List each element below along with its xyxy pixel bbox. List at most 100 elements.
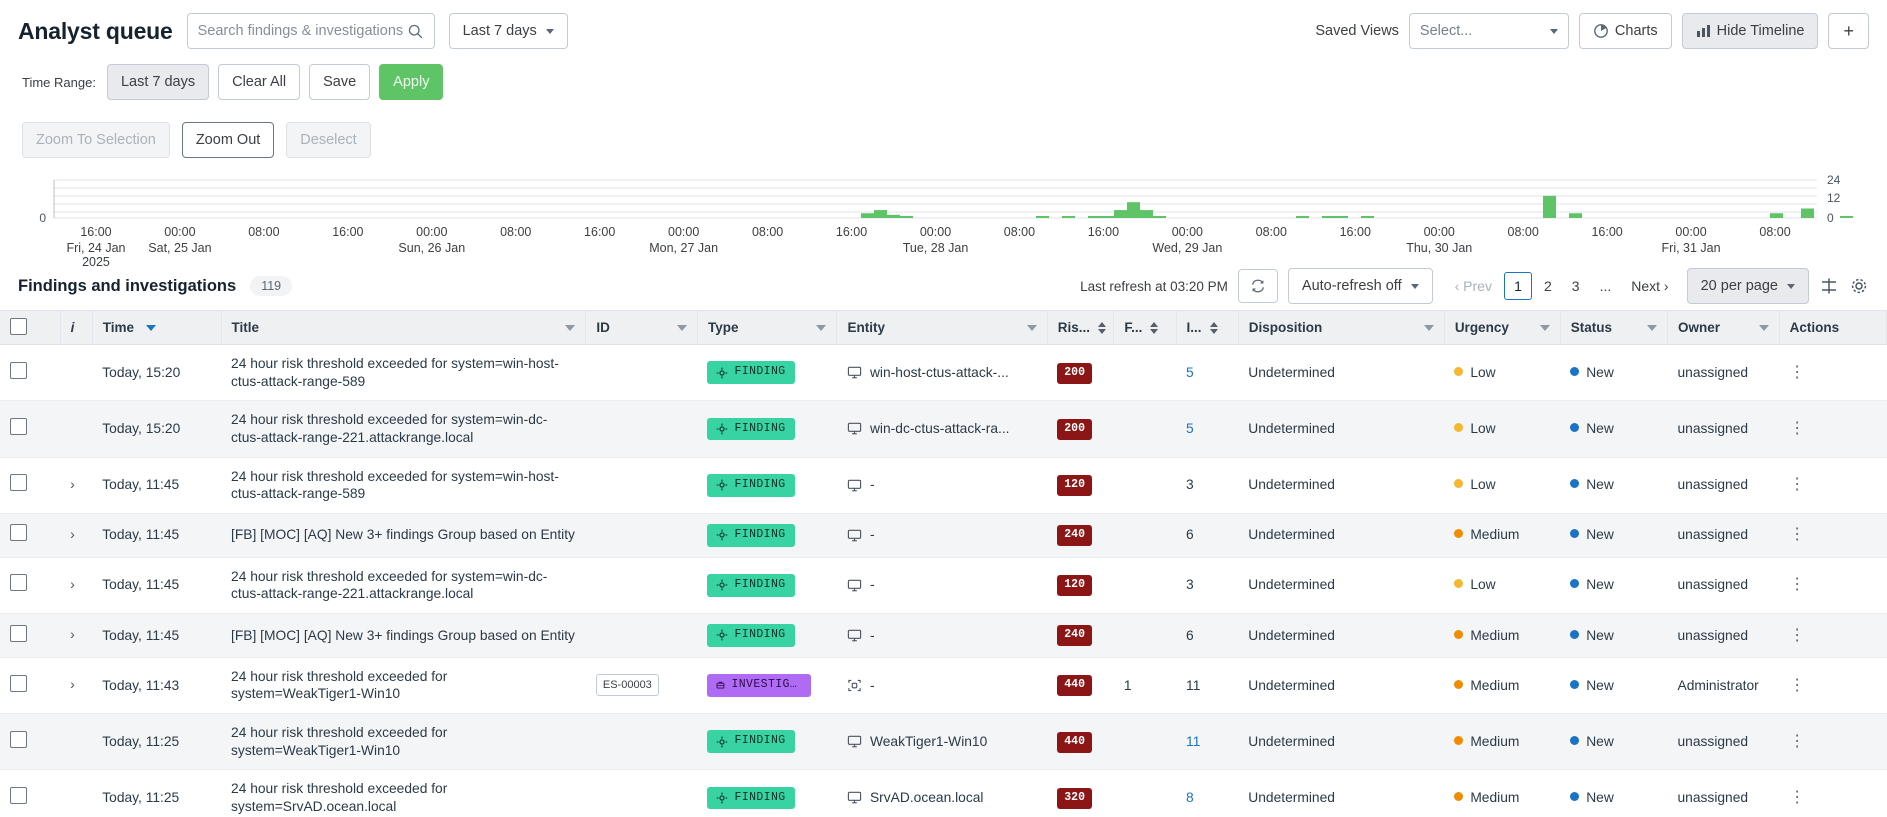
- entity-cell[interactable]: -: [836, 613, 1048, 658]
- entity-cell[interactable]: win-dc-ctus-attack-ra...: [836, 400, 1048, 458]
- zoom-to-selection-button[interactable]: Zoom To Selection: [22, 122, 170, 158]
- row-checkbox[interactable]: [10, 474, 27, 492]
- page-button-3[interactable]: 3: [1564, 274, 1588, 298]
- table-row[interactable]: Today, 11:25 24 hour risk threshold excee…: [0, 769, 1887, 817]
- table-row[interactable]: › Today, 11:45 24 hour risk threshold exce…: [0, 457, 1887, 514]
- investigations-count[interactable]: 8: [1186, 790, 1194, 805]
- chevron-down-icon[interactable]: [1539, 324, 1550, 331]
- investigations-count[interactable]: 11: [1186, 734, 1200, 749]
- row-checkbox[interactable]: [10, 787, 27, 805]
- chevron-down-icon[interactable]: [1758, 324, 1769, 331]
- column-header-disposition[interactable]: Disposition: [1238, 310, 1445, 345]
- title-cell[interactable]: 24 hour risk threshold exceeded for syst…: [221, 657, 586, 715]
- search-input[interactable]: [197, 23, 407, 39]
- sort-toggle-icon[interactable]: [1098, 321, 1107, 334]
- expand-row-icon[interactable]: ›: [70, 476, 75, 492]
- row-title[interactable]: 24 hour risk threshold exceeded for syst…: [231, 469, 559, 502]
- row-title[interactable]: 24 hour risk threshold exceeded for syst…: [231, 725, 447, 758]
- auto-refresh-dropdown[interactable]: Auto-refresh off: [1287, 268, 1433, 304]
- row-checkbox[interactable]: [10, 418, 27, 436]
- row-checkbox[interactable]: [10, 524, 27, 542]
- column-header-risk[interactable]: Ris...: [1047, 310, 1115, 345]
- prev-page-button[interactable]: ‹ Prev: [1447, 274, 1500, 298]
- per-page-dropdown[interactable]: 20 per page: [1686, 268, 1809, 304]
- entity-cell[interactable]: SrvAD.ocean.local: [836, 769, 1048, 817]
- entity-value[interactable]: SrvAD.ocean.local: [847, 789, 1037, 807]
- chevron-down-icon[interactable]: [676, 324, 687, 331]
- sort-toggle-icon[interactable]: [1209, 321, 1218, 334]
- row-actions-menu-icon[interactable]: ⋮: [1789, 526, 1805, 543]
- entity-value[interactable]: -: [847, 476, 1037, 494]
- row-checkbox[interactable]: [10, 574, 27, 592]
- row-title[interactable]: 24 hour risk threshold exceeded for syst…: [231, 569, 547, 602]
- row-checkbox[interactable]: [10, 624, 27, 642]
- entity-cell[interactable]: WeakTiger1-Win10: [836, 713, 1048, 771]
- save-button[interactable]: Save: [309, 64, 371, 100]
- time-range-chip[interactable]: Last 7 days: [106, 64, 210, 100]
- gear-icon[interactable]: [1849, 276, 1869, 296]
- page-button-1[interactable]: 1: [1503, 272, 1532, 300]
- sort-descending-icon[interactable]: [146, 324, 157, 331]
- hide-timeline-button[interactable]: Hide Timeline: [1681, 13, 1819, 49]
- column-header-findings[interactable]: F...: [1113, 310, 1177, 345]
- row-checkbox[interactable]: [10, 361, 27, 379]
- title-cell[interactable]: 24 hour risk threshold exceeded for syst…: [221, 713, 586, 771]
- entity-value[interactable]: -: [847, 677, 1037, 695]
- entity-cell[interactable]: -: [836, 457, 1048, 514]
- column-header-owner[interactable]: Owner: [1667, 310, 1780, 345]
- row-title[interactable]: [FB] [MOC] [AQ] New 3+ findings Group ba…: [231, 628, 575, 643]
- column-header-urgency[interactable]: Urgency: [1444, 310, 1561, 345]
- table-row[interactable]: › Today, 11:45 [FB] [MOC] [AQ] New 3+ find…: [0, 613, 1887, 658]
- entity-value[interactable]: -: [847, 526, 1037, 544]
- investigations-count[interactable]: 5: [1186, 365, 1194, 380]
- clear-all-button[interactable]: Clear All: [218, 64, 301, 100]
- column-settings-icon[interactable]: [1819, 276, 1839, 296]
- refresh-button[interactable]: [1237, 269, 1278, 303]
- table-row[interactable]: › Today, 11:43 24 hour risk threshold exce…: [0, 657, 1887, 715]
- saved-views-select[interactable]: Select...: [1408, 13, 1569, 49]
- column-header-status[interactable]: Status: [1560, 310, 1669, 345]
- column-header-time[interactable]: Time: [92, 310, 222, 345]
- timeline-chart-svg[interactable]: 0 24 12 0 16:00 Fri, 24 Jan2025 00:00 Sat, 25 J…: [22, 174, 1865, 266]
- title-cell[interactable]: 24 hour risk threshold exceeded for syst…: [221, 457, 586, 514]
- apply-button[interactable]: Apply: [379, 64, 444, 100]
- row-actions-menu-icon[interactable]: ⋮: [1789, 677, 1805, 694]
- table-row[interactable]: Today, 11:25 24 hour risk threshold excee…: [0, 713, 1887, 771]
- column-header-title[interactable]: Title: [221, 310, 587, 345]
- expand-row-icon[interactable]: ›: [70, 676, 75, 692]
- deselect-button[interactable]: Deselect: [286, 122, 371, 158]
- row-actions-menu-icon[interactable]: ⋮: [1789, 576, 1805, 593]
- sort-toggle-icon[interactable]: [1150, 321, 1159, 334]
- expand-row-icon[interactable]: ›: [70, 576, 75, 592]
- next-page-button[interactable]: Next ›: [1623, 274, 1676, 298]
- row-actions-menu-icon[interactable]: ⋮: [1789, 789, 1805, 806]
- timeline-chart[interactable]: 0 24 12 0 16:00 Fri, 24 Jan 2025 00:00 Sat, 25 J…: [22, 174, 1865, 266]
- row-title[interactable]: 24 hour risk threshold exceeded for syst…: [231, 412, 547, 445]
- column-header-entity[interactable]: Entity: [836, 310, 1048, 345]
- entity-cell[interactable]: win-host-ctus-attack-...: [836, 344, 1048, 402]
- time-range-dropdown[interactable]: Last 7 days: [448, 13, 568, 49]
- entity-value[interactable]: -: [847, 627, 1037, 645]
- table-row[interactable]: Today, 15:20 24 hour risk threshold excee…: [0, 400, 1887, 458]
- table-row[interactable]: Today, 15:20 24 hour risk threshold excee…: [0, 344, 1887, 402]
- page-button-2[interactable]: 2: [1536, 274, 1560, 298]
- table-row[interactable]: › Today, 11:45 [FB] [MOC] [AQ] New 3+ find…: [0, 513, 1887, 558]
- chevron-down-icon[interactable]: [1423, 324, 1434, 331]
- row-title[interactable]: [FB] [MOC] [AQ] New 3+ findings Group ba…: [231, 527, 575, 542]
- expand-row-icon[interactable]: ›: [70, 626, 75, 642]
- entity-cell[interactable]: -: [836, 657, 1048, 715]
- row-title[interactable]: 24 hour risk threshold exceeded for syst…: [231, 669, 447, 702]
- title-cell[interactable]: 24 hour risk threshold exceeded for syst…: [221, 557, 586, 614]
- zoom-out-button[interactable]: Zoom Out: [181, 122, 275, 158]
- row-actions-menu-icon[interactable]: ⋮: [1789, 733, 1805, 750]
- title-cell[interactable]: 24 hour risk threshold exceeded for syst…: [221, 344, 586, 402]
- row-actions-menu-icon[interactable]: ⋮: [1789, 420, 1805, 437]
- select-all-checkbox[interactable]: [10, 317, 27, 335]
- entity-cell[interactable]: -: [836, 557, 1048, 614]
- search-input-wrapper[interactable]: [186, 13, 435, 49]
- row-title[interactable]: 24 hour risk threshold exceeded for syst…: [231, 781, 447, 814]
- chevron-down-icon[interactable]: [816, 324, 827, 331]
- entity-cell[interactable]: -: [836, 513, 1048, 558]
- row-actions-menu-icon[interactable]: ⋮: [1789, 364, 1805, 381]
- table-row[interactable]: › Today, 11:45 24 hour risk threshold exce…: [0, 557, 1887, 614]
